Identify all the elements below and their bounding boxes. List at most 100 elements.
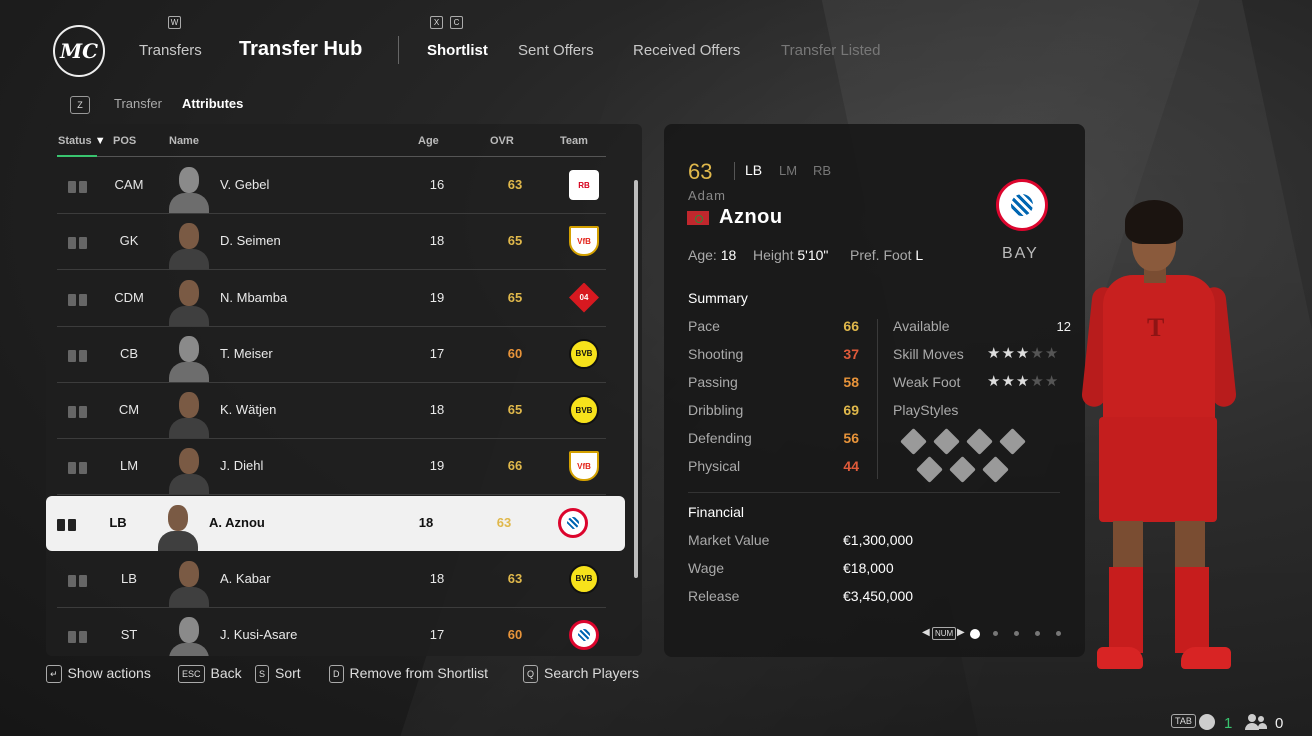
binoculars-icon[interactable] (56, 516, 78, 531)
table-row[interactable]: LB A. Aznou 18 63 (46, 495, 625, 551)
sort-indicator (57, 155, 97, 157)
hint-remove-shortlist[interactable]: D Remove from Shortlist (329, 665, 488, 683)
page-dot[interactable] (1014, 631, 1019, 636)
column-status[interactable]: Status ▼ (58, 135, 106, 147)
playstyle-icon[interactable] (916, 456, 943, 483)
player-photo (167, 330, 211, 382)
career-mode-logo: MC (53, 25, 105, 77)
page-dot[interactable] (1035, 631, 1040, 636)
star-icon: ★ (1030, 345, 1045, 362)
stat-value: 69 (843, 402, 859, 418)
playstyle-icon[interactable] (949, 456, 976, 483)
stat-value: 66 (843, 318, 859, 334)
table-header: Status ▼ POS Name Age OVR Team (46, 124, 606, 157)
skill-moves-stars: ★★★★★ (987, 344, 1059, 362)
height-info: Height 5'10" (753, 247, 829, 263)
team-crest-icon (569, 620, 599, 650)
tab-received-offers[interactable]: Received Offers (633, 42, 740, 59)
wage-label: Wage (688, 560, 725, 576)
table-row[interactable]: ST J. Kusi-Asare 17 60 (57, 608, 606, 656)
shortlist-table: Status ▼ POS Name Age OVR Team CAM V. Geb… (46, 124, 642, 656)
team-crest-icon: BVB (569, 563, 599, 594)
voice-count: 1 (1224, 715, 1233, 732)
tab-shortlist[interactable]: Shortlist (427, 42, 488, 59)
esc-key-icon: ESC (178, 665, 205, 683)
playstyle-icon[interactable] (933, 428, 960, 455)
column-ovr[interactable]: OVR (490, 135, 514, 147)
player-name: D. Seimen (220, 233, 281, 249)
prev-page-icon[interactable]: ◀ (922, 627, 930, 638)
player-ovr: 66 (507, 458, 523, 474)
page-dot[interactable] (993, 631, 998, 636)
player-ovr: 63 (507, 570, 523, 586)
binoculars-icon[interactable] (67, 572, 89, 587)
team-crest-icon: RB (569, 170, 599, 200)
hint-sort[interactable]: S Sort (255, 665, 301, 683)
playstyle-icon[interactable] (900, 428, 927, 455)
player-position: CM (118, 402, 140, 417)
player-age: 18 (418, 514, 434, 530)
player-position: GK (119, 233, 139, 249)
player-position: LB (109, 514, 127, 530)
skill-moves-label: Skill Moves (893, 346, 964, 362)
star-icon: ★ (987, 345, 1002, 362)
next-page-icon[interactable]: ▶ (957, 627, 965, 638)
stat-label: Shooting (688, 346, 744, 362)
binoculars-icon[interactable] (67, 459, 89, 475)
page-dot[interactable] (1056, 631, 1061, 636)
table-row[interactable]: CM K. Wätjen 18 65 BVB (57, 383, 606, 439)
q-key-icon: Q (523, 665, 539, 683)
hint-show-actions[interactable]: ↵ Show actions (46, 665, 151, 683)
binoculars-icon[interactable] (67, 628, 89, 643)
table-row[interactable]: GK D. Seimen 18 65 VfB (57, 214, 606, 271)
star-icon: ★ (1001, 345, 1016, 362)
table-row[interactable]: LM J. Diehl 19 66 VfB (57, 439, 606, 496)
stat-value: 37 (843, 346, 859, 362)
binoculars-icon[interactable] (67, 291, 89, 306)
subtab-transfer[interactable]: Transfer (114, 96, 162, 111)
player-age: 18 (429, 570, 445, 586)
c-key-hint: C (450, 16, 463, 29)
z-key-hint: Z (70, 96, 90, 114)
voice-icon (1199, 714, 1215, 730)
stat-label: Dribbling (688, 402, 744, 418)
tab-transfer-listed[interactable]: Transfer Listed (781, 42, 881, 59)
player-ovr: 63 (496, 514, 512, 530)
binoculars-icon[interactable] (67, 347, 89, 362)
enter-key-icon: ↵ (46, 665, 62, 683)
column-pos[interactable]: POS (113, 135, 136, 147)
scrollbar[interactable] (634, 180, 638, 578)
playstyle-icon[interactable] (982, 456, 1009, 483)
column-team[interactable]: Team (560, 135, 588, 147)
hint-search-players[interactable]: Q Search Players (523, 665, 639, 683)
hint-back[interactable]: ESC Back (178, 665, 242, 683)
star-icon: ★ (1044, 373, 1060, 390)
playstyle-icon[interactable] (966, 428, 993, 455)
subtab-attributes[interactable]: Attributes (182, 96, 243, 111)
binoculars-icon[interactable] (67, 178, 89, 193)
player-ovr: 65 (507, 289, 523, 305)
column-age[interactable]: Age (418, 135, 439, 147)
player-ovr: 60 (507, 627, 523, 642)
page-dot[interactable] (970, 629, 980, 639)
playstyle-icon[interactable] (999, 428, 1026, 455)
player-age: 18 (429, 233, 445, 249)
player-name: J. Diehl (220, 458, 264, 474)
available-value: 12 (1056, 319, 1071, 334)
binoculars-icon[interactable] (67, 234, 89, 250)
player-position: CDM (114, 289, 144, 305)
player-detail-panel: 63 LB LM RB Adam Aznou BAY Age: 18 Heigh… (664, 124, 1085, 657)
table-row[interactable]: CAM V. Gebel 16 63 RB (57, 158, 606, 214)
star-icon: ★ (987, 373, 1002, 390)
nav-transfers[interactable]: Transfers (139, 42, 202, 59)
weak-foot-label: Weak Foot (893, 374, 961, 390)
nav-transfer-hub[interactable]: Transfer Hub (239, 38, 362, 61)
team-crest-icon: BVB (569, 395, 599, 425)
binoculars-icon[interactable] (67, 403, 89, 418)
tab-sent-offers[interactable]: Sent Offers (518, 42, 594, 59)
column-name[interactable]: Name (169, 135, 199, 147)
table-row[interactable]: CDM N. Mbamba 19 65 04 (57, 271, 606, 327)
table-row[interactable]: CB T. Meiser 17 60 BVB (57, 327, 606, 383)
d-key-icon: D (329, 665, 344, 683)
table-row[interactable]: LB A. Kabar 18 63 BVB (57, 552, 606, 608)
